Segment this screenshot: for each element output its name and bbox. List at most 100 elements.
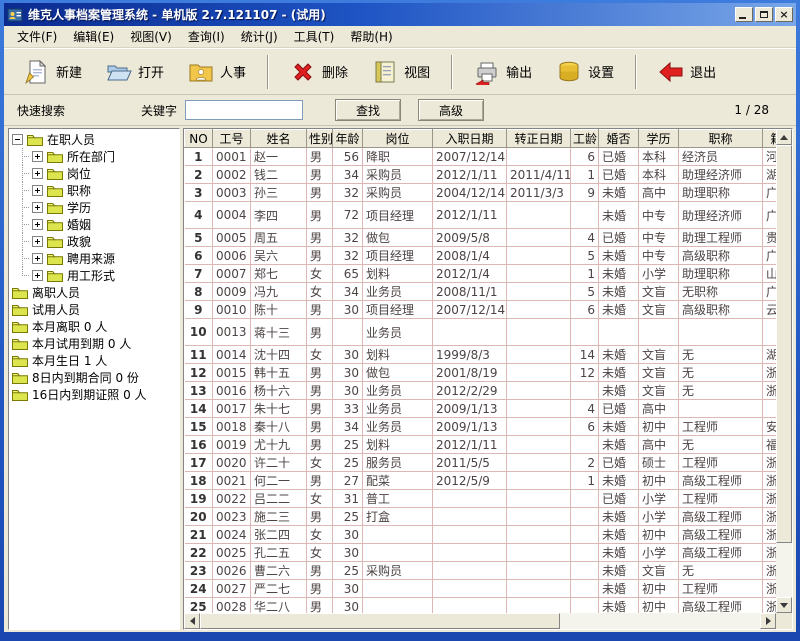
table-row-2[interactable]: 2 0002 钱二男 34 采购员 2012/1/11 2011/4/11 1 已婚 本科 助理经济… xyxy=(184,165,776,184)
cell xyxy=(506,579,571,598)
collapse-toggle-icon[interactable] xyxy=(12,134,23,145)
vertical-scroll-thumb[interactable] xyxy=(776,145,792,543)
table-row-25[interactable]: 250028华二八男30 未婚初中高级工程师浙 xyxy=(184,597,776,613)
table-row-3[interactable]: 3 0003 孙三男 32 采购员 2004/12/14 2011/3/3 9 未婚 高中 助理职称… xyxy=(184,183,776,202)
expand-toggle-icon[interactable] xyxy=(32,168,43,179)
expand-toggle-icon[interactable] xyxy=(32,185,43,196)
menu-item-edit[interactable]: 编辑(E) xyxy=(65,25,122,48)
tree-item-probation-due-this-month[interactable]: 本月试用到期 0 人 xyxy=(12,335,179,352)
tree-item-hire-source[interactable]: 聘用来源 xyxy=(12,250,179,267)
column-header-4[interactable]: 性别 xyxy=(306,129,333,148)
tree-item-active-employees[interactable]: 在职人员 xyxy=(12,131,179,148)
tree-item-departments[interactable]: 所在部门 xyxy=(12,148,179,165)
scroll-down-button[interactable] xyxy=(776,597,792,613)
menu-item-file[interactable]: 文件(F) xyxy=(9,25,65,48)
cell: 0021 xyxy=(212,471,251,490)
table-row-13[interactable]: 130016杨十六男30业务员2012/2/29 未婚文盲无浙 xyxy=(184,381,776,400)
cell: 0025 xyxy=(212,543,251,562)
toolbar-button-view[interactable]: 视图 xyxy=(360,52,442,92)
table-row-20[interactable]: 200023施二三男25打盒 未婚小学高级工程师浙 xyxy=(184,507,776,526)
toolbar-button-personnel[interactable]: 人事 xyxy=(176,52,258,92)
scroll-up-button[interactable] xyxy=(776,129,792,145)
cell: 降职 xyxy=(362,147,433,166)
table-row-5[interactable]: 50005周五男32做包2009/5/8 4已婚中专助理工程师贵 xyxy=(184,228,776,247)
table-row-19[interactable]: 190022吕二二女31普工 已婚小学工程师浙 xyxy=(184,489,776,508)
expand-toggle-icon[interactable] xyxy=(32,253,43,264)
table-row-17[interactable]: 170020许二十女25服务员2011/5/5 2已婚硕士工程师浙 xyxy=(184,453,776,472)
horizontal-scroll-thumb[interactable] xyxy=(200,613,560,629)
minimize-button[interactable] xyxy=(735,7,753,22)
find-button[interactable]: 查找 xyxy=(335,99,402,121)
advanced-button[interactable]: 高级 xyxy=(418,99,485,121)
column-header-3[interactable]: 姓名 xyxy=(250,129,307,148)
tree-item-certificates-due-16days[interactable]: 16日内到期证照 0 人 xyxy=(12,386,179,403)
table-row-7[interactable]: 70007郑七女65划料2012/1/4 1未婚小学助理职称山 xyxy=(184,264,776,283)
table-row-11[interactable]: 110014沈十四女30划料1999/8/3 14未婚文盲无湖 xyxy=(184,345,776,364)
tree-item-political-status[interactable]: 政貌 xyxy=(12,233,179,250)
keyword-input[interactable] xyxy=(185,100,304,120)
tree-item-resigned-this-month[interactable]: 本月离职 0 人 xyxy=(12,318,179,335)
column-header-7[interactable]: 入职日期 xyxy=(432,129,507,148)
column-header-10[interactable]: 婚否 xyxy=(598,129,639,148)
expand-toggle-icon[interactable] xyxy=(32,219,43,230)
close-button[interactable]: × xyxy=(775,7,793,22)
table-row-9[interactable]: 90010陈十男30项目经理2007/12/14 6未婚文盲高级职称云 xyxy=(184,300,776,319)
menu-item-query[interactable]: 查询(I) xyxy=(180,25,233,48)
expand-toggle-icon[interactable] xyxy=(32,202,43,213)
expand-toggle-icon[interactable] xyxy=(32,270,43,281)
scroll-left-button[interactable] xyxy=(184,613,200,629)
expand-toggle-icon[interactable] xyxy=(32,236,43,247)
table-row-24[interactable]: 240027严二七男30 未婚初中工程师浙 xyxy=(184,579,776,598)
cell: 0028 xyxy=(212,597,251,613)
toolbar-button-output[interactable]: 输出 xyxy=(462,52,544,92)
tree-item-positions[interactable]: 岗位 xyxy=(12,165,179,182)
toolbar-button-open[interactable]: 打开 xyxy=(94,52,176,92)
table-row-21[interactable]: 210024张二四女30 未婚初中高级工程师浙 xyxy=(184,525,776,544)
folder-icon xyxy=(12,303,28,316)
tree-item-contracts-due-8days[interactable]: 8日内到期合同 0 份 xyxy=(12,369,179,386)
maximize-button[interactable] xyxy=(755,7,773,22)
column-header-5[interactable]: 年龄 xyxy=(332,129,363,148)
column-header-9[interactable]: 工龄 xyxy=(570,129,599,148)
tree-item-marital-status[interactable]: 婚姻 xyxy=(12,216,179,233)
column-header-6[interactable]: 岗位 xyxy=(362,129,433,148)
column-header-11[interactable]: 学历 xyxy=(638,129,679,148)
column-header-12[interactable]: 职称 xyxy=(678,129,763,148)
table-row-16[interactable]: 160019尤十九男25划料2012/1/11 未婚高中无福 xyxy=(184,435,776,454)
expand-toggle-icon[interactable] xyxy=(32,151,43,162)
table-row-1[interactable]: 10001赵一男56降职2007/12/14 6已婚本科经济员河 xyxy=(184,147,776,166)
table-row-14[interactable]: 14 0017 朱十七男 33 业务员 2009/1/13 4 已婚 高中 xyxy=(184,399,776,418)
cell: 6 xyxy=(570,417,599,436)
table-row-10[interactable]: 10 0013 蒋十三男 业务员 xyxy=(184,318,776,346)
horizontal-scrollbar[interactable] xyxy=(184,613,776,629)
table-row-4[interactable]: 40004李四男72项目经理2012/1/11 未婚中专助理经济师广 xyxy=(184,201,776,229)
toolbar-button-new[interactable]: 新建 xyxy=(12,52,94,92)
table-row-8[interactable]: 80009冯九女34业务员2008/11/1 5未婚文盲无职称广 xyxy=(184,282,776,301)
toolbar-button-settings[interactable]: 设置 xyxy=(544,52,626,92)
table-row-18[interactable]: 180021何二一男27配菜2012/5/9 1未婚初中高级工程师浙 xyxy=(184,471,776,490)
column-header-8[interactable]: 转正日期 xyxy=(506,129,571,148)
toolbar-button-delete[interactable]: 删除 xyxy=(278,52,360,92)
column-header-13[interactable]: 籍贯 xyxy=(762,129,776,148)
table-row-23[interactable]: 230026曹二六男25采购员 未婚文盲无浙 xyxy=(184,561,776,580)
table-row-15[interactable]: 150018秦十八男34业务员2009/1/13 6未婚初中工程师安 xyxy=(184,417,776,436)
tree-item-education[interactable]: 学历 xyxy=(12,199,179,216)
table-row-12[interactable]: 120015韩十五男30做包2001/8/1912未婚文盲无浙 xyxy=(184,363,776,382)
tree-item-birthday-this-month[interactable]: 本月生日 1 人 xyxy=(12,352,179,369)
cell: 25 xyxy=(332,453,363,472)
toolbar-button-exit[interactable]: 退出 xyxy=(646,52,728,92)
tree-item-job-titles[interactable]: 职称 xyxy=(12,182,179,199)
vertical-scrollbar[interactable] xyxy=(776,129,792,613)
table-row-6[interactable]: 60006吴六男32项目经理2008/1/4 5未婚中专高级职称广 xyxy=(184,246,776,265)
tree-item-employment-type[interactable]: 用工形式 xyxy=(12,267,179,284)
scroll-right-button[interactable] xyxy=(760,613,776,629)
tree-item-probation-employees[interactable]: 试用人员 xyxy=(12,301,179,318)
column-header-2[interactable]: 工号 xyxy=(212,129,251,148)
menu-item-view[interactable]: 视图(V) xyxy=(122,25,180,48)
menu-item-statistics[interactable]: 统计(J) xyxy=(233,25,286,48)
menu-item-help[interactable]: 帮助(H) xyxy=(342,25,400,48)
column-header-1[interactable]: NO xyxy=(184,129,213,148)
table-row-22[interactable]: 220025孔二五女30 未婚小学高级工程师浙 xyxy=(184,543,776,562)
menu-item-tools[interactable]: 工具(T) xyxy=(286,25,343,48)
tree-item-resigned-employees[interactable]: 离职人员 xyxy=(12,284,179,301)
